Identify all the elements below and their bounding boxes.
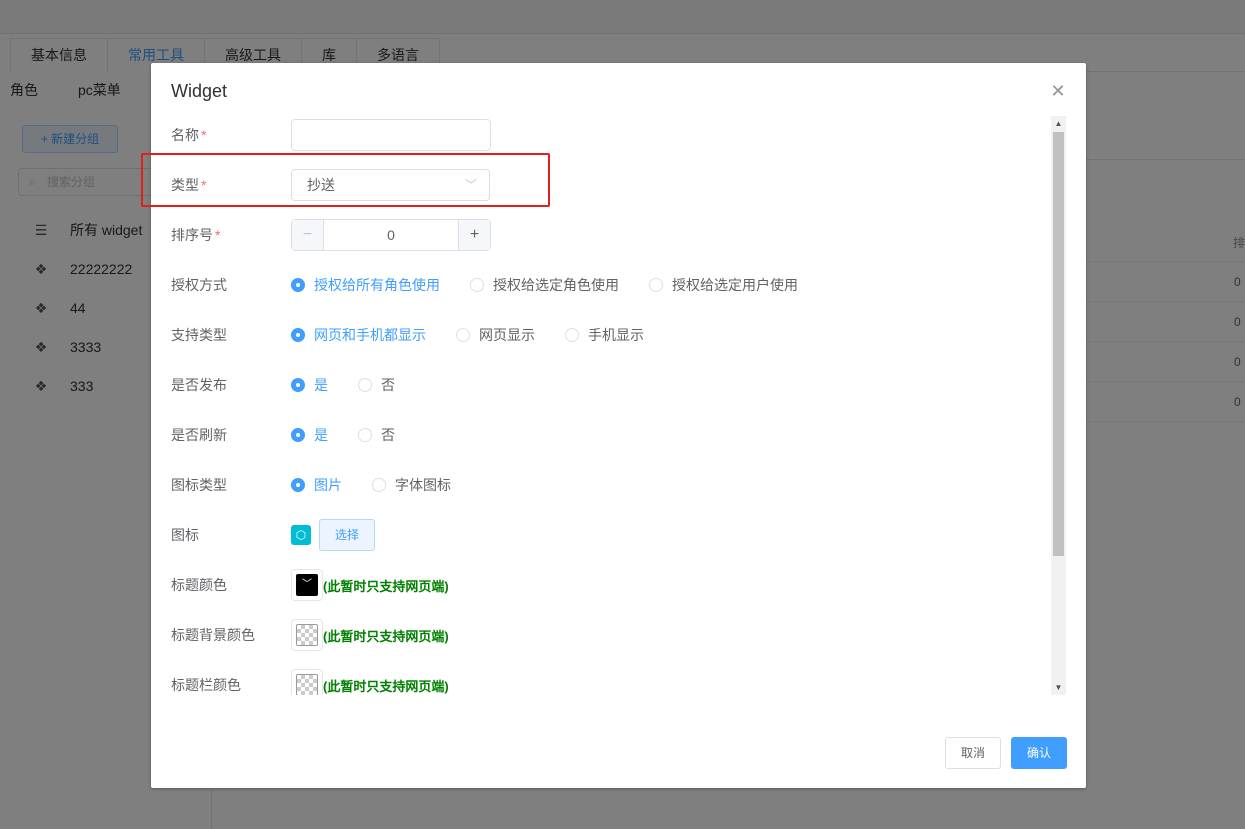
form-row-title-bg-color: 标题背景颜色 (此暂时只支持网页端) [171,615,449,655]
chevron-down-icon: ﹀ [296,574,318,596]
field-label-icon: 图标 [171,527,199,543]
radio-auth-all-roles[interactable]: 授权给所有角色使用 [291,275,440,295]
choose-icon-button[interactable]: 选择 [319,519,375,551]
form-row-support: 支持类型 网页和手机都显示 网页显示 手机显示 [171,315,674,355]
transparent-swatch [296,624,318,646]
icon-type-radio-group: 图片 字体图标 [291,475,481,495]
title-color-picker[interactable]: ﹀ [291,569,323,601]
scroll-up-icon[interactable]: ▲ [1051,116,1066,131]
name-input[interactable] [291,119,491,151]
field-label-auth: 授权方式 [171,277,227,293]
form-row-publish: 是否发布 是 否 [171,365,425,405]
form-scrollbar[interactable]: ▲ ▼ [1051,116,1066,695]
radio-support-both[interactable]: 网页和手机都显示 [291,325,426,345]
radio-auth-selected-roles[interactable]: 授权给选定角色使用 [470,275,619,295]
title-bg-color-control: (此暂时只支持网页端) [291,619,449,651]
field-label-title-color: 标题颜色 [171,577,227,593]
publish-radio-group: 是 否 [291,375,425,395]
field-label-refresh: 是否刷新 [171,427,227,443]
field-label-title-bg-color: 标题背景颜色 [171,627,255,643]
scroll-down-icon[interactable]: ▼ [1051,680,1066,695]
close-icon[interactable]: ✕ [1050,82,1066,100]
radio-refresh-no[interactable]: 否 [358,425,395,445]
form-row-name: 名称 * [171,115,491,155]
form-row-refresh: 是否刷新 是 否 [171,415,425,455]
form-row-title-color: 标题颜色 ﹀ (此暂时只支持网页端) [171,565,449,605]
form-row-auth: 授权方式 授权给所有角色使用 授权给选定角色使用 授权给选定用户使用 [171,265,828,305]
field-label-title-bar-color: 标题栏颜色 [171,677,241,693]
title-bar-color-control: (此暂时只支持网页端) [291,669,449,695]
radio-support-mobile[interactable]: 手机显示 [565,325,644,345]
web-only-note: (此暂时只支持网页端) [323,578,449,594]
support-radio-group: 网页和手机都显示 网页显示 手机显示 [291,325,674,345]
radio-icon-type-font[interactable]: 字体图标 [372,475,451,495]
icon-control: ⬡ 选择 [291,519,375,551]
field-label-support: 支持类型 [171,327,227,343]
highlight-box [141,153,550,207]
radio-refresh-yes[interactable]: 是 [291,425,328,445]
sort-value-input[interactable]: 0 [324,220,458,250]
field-label-sort: 排序号 * [171,227,221,243]
title-bar-color-picker[interactable] [291,669,323,695]
field-label-icon-type: 图标类型 [171,477,227,493]
form-row-icon: 图标 ⬡ 选择 [171,515,375,555]
field-label-publish: 是否发布 [171,377,227,393]
title-color-control: ﹀ (此暂时只支持网页端) [291,569,449,601]
auth-radio-group: 授权给所有角色使用 授权给选定角色使用 授权给选定用户使用 [291,275,828,295]
field-label-name: 名称 * [171,127,207,143]
radio-publish-no[interactable]: 否 [358,375,395,395]
scrollbar-thumb[interactable] [1053,132,1064,556]
web-only-note: (此暂时只支持网页端) [323,628,449,644]
web-only-note: (此暂时只支持网页端) [323,678,449,694]
sort-stepper: − 0 + [291,219,491,251]
radio-publish-yes[interactable]: 是 [291,375,328,395]
transparent-swatch [296,674,318,695]
decrement-button[interactable]: − [292,220,324,250]
form-row-title-bar-color: 标题栏颜色 (此暂时只支持网页端) [171,665,449,695]
radio-support-web[interactable]: 网页显示 [456,325,535,345]
title-bg-color-picker[interactable] [291,619,323,651]
form-row-sort: 排序号 * − 0 + [171,215,491,255]
form-row-icon-type: 图标类型 图片 字体图标 [171,465,481,505]
confirm-button[interactable]: 确认 [1011,737,1067,769]
radio-icon-type-image[interactable]: 图片 [291,475,342,495]
radio-auth-selected-users[interactable]: 授权给选定用户使用 [649,275,798,295]
dialog-title: Widget [171,81,228,101]
cancel-button[interactable]: 取消 [945,737,1001,769]
refresh-radio-group: 是 否 [291,425,425,445]
cube-icon: ⬡ [291,525,311,545]
increment-button[interactable]: + [458,220,490,250]
